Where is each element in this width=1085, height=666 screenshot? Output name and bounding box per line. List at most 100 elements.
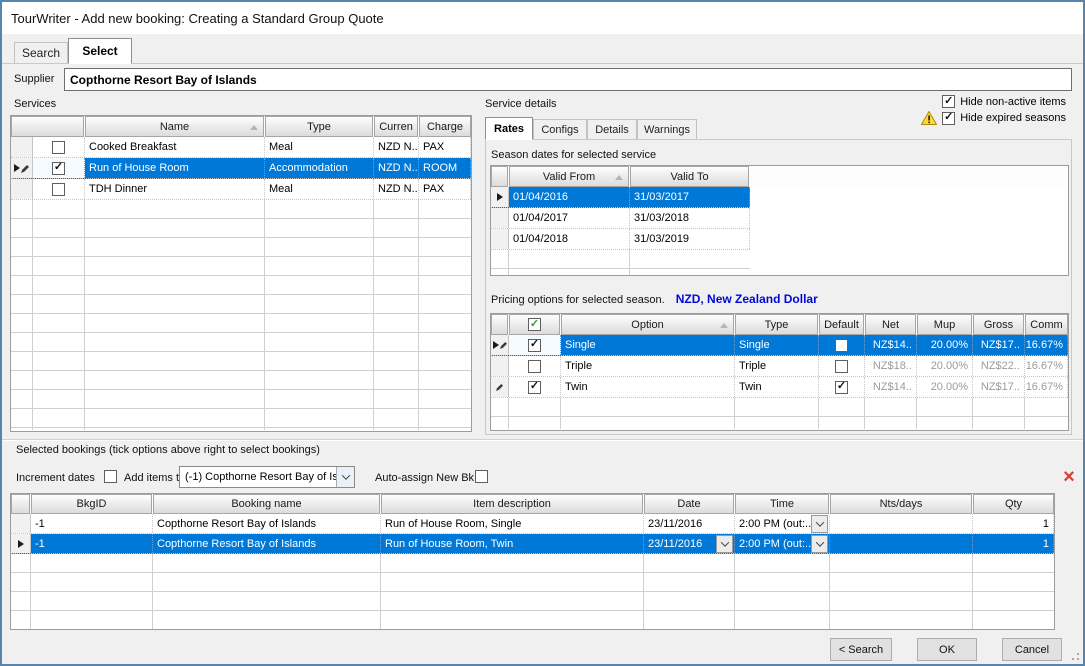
service-currency-cell: NZD N.. bbox=[374, 137, 419, 157]
booking-row[interactable]: -1 Copthorne Resort Bay of Islands Run o… bbox=[11, 514, 1054, 534]
pricing-header-net[interactable]: Net bbox=[865, 314, 916, 335]
ok-button[interactable]: OK bbox=[917, 638, 977, 661]
service-checkbox[interactable] bbox=[52, 162, 65, 175]
bookings-header-name[interactable]: Booking name bbox=[153, 494, 380, 514]
add-items-to-combobox[interactable]: (-1) Copthorne Resort Bay of Islands bbox=[179, 466, 355, 488]
cancel-button[interactable]: Cancel bbox=[1002, 638, 1062, 661]
supplier-value-field[interactable]: Copthorne Resort Bay of Islands bbox=[64, 68, 1072, 91]
default-checkbox-cell[interactable] bbox=[819, 335, 865, 355]
qty-cell: 1 bbox=[973, 534, 1054, 553]
edit-pencil-icon bbox=[496, 383, 503, 391]
pricing-header-selector[interactable] bbox=[491, 314, 508, 335]
bookings-header-nts[interactable]: Nts/days bbox=[830, 494, 972, 514]
increment-dates-checkbox[interactable] bbox=[104, 470, 117, 483]
services-header-name[interactable]: Name bbox=[85, 116, 264, 137]
pricing-checkbox-cell[interactable] bbox=[509, 335, 561, 355]
pricing-header-type[interactable]: Type bbox=[735, 314, 818, 335]
pricing-row[interactable]: Triple Triple NZ$18.. 20.00% NZ$22.. 16.… bbox=[491, 356, 1068, 377]
tab-configs[interactable]: Configs bbox=[533, 119, 587, 140]
service-checkbox-cell[interactable] bbox=[33, 137, 85, 157]
window-title: TourWriter - Add new booking: Creating a… bbox=[11, 11, 384, 26]
title-bar[interactable]: TourWriter - Add new booking: Creating a… bbox=[2, 2, 1083, 34]
default-checkbox-cell[interactable] bbox=[819, 377, 865, 397]
hide-nonactive-option[interactable]: Hide non-active items bbox=[942, 95, 1066, 108]
services-header-name-label: Name bbox=[160, 121, 189, 133]
service-row[interactable]: Run of House Room Accommodation NZD N.. … bbox=[11, 158, 471, 179]
current-row-icon bbox=[14, 164, 20, 172]
season-header-valid-from[interactable]: Valid From bbox=[509, 166, 629, 187]
service-row[interactable]: TDH Dinner Meal NZD N.. PAX bbox=[11, 179, 471, 200]
default-checkbox-cell[interactable] bbox=[819, 356, 865, 376]
services-header-selector[interactable] bbox=[11, 116, 84, 137]
valid-to-cell: 31/03/2017 bbox=[630, 187, 750, 207]
select-all-checkbox[interactable] bbox=[528, 318, 541, 331]
services-grid-empty-rows bbox=[11, 200, 471, 430]
service-type-cell: Meal bbox=[265, 179, 374, 199]
comm-cell: 16.67% bbox=[1025, 356, 1068, 376]
default-checkbox[interactable] bbox=[835, 381, 848, 394]
pricing-header-comm[interactable]: Comm bbox=[1025, 314, 1068, 335]
hide-expired-option[interactable]: Hide expired seasons bbox=[921, 111, 1066, 125]
search-button[interactable]: < Search bbox=[830, 638, 892, 661]
date-dropdown-button[interactable] bbox=[716, 535, 733, 553]
combobox-dropdown-button[interactable] bbox=[336, 467, 354, 487]
pricing-checkbox[interactable] bbox=[528, 339, 541, 352]
tab-details[interactable]: Details bbox=[587, 119, 637, 140]
pricing-header-option[interactable]: Option bbox=[561, 314, 734, 335]
time-dropdown-button[interactable] bbox=[811, 535, 828, 553]
bookings-header-qty[interactable]: Qty bbox=[973, 494, 1054, 514]
date-cell[interactable]: 23/11/2016 bbox=[644, 534, 735, 553]
service-checkbox[interactable] bbox=[52, 183, 65, 196]
season-row[interactable]: 01/04/2017 31/03/2018 bbox=[491, 208, 750, 229]
pricing-checkbox[interactable] bbox=[528, 381, 541, 394]
service-checkbox-cell[interactable] bbox=[33, 158, 85, 178]
pricing-checkbox-cell[interactable] bbox=[509, 377, 561, 397]
services-header-type[interactable]: Type bbox=[265, 116, 373, 137]
default-checkbox[interactable] bbox=[835, 339, 848, 352]
pricing-header-checkall[interactable] bbox=[509, 314, 560, 335]
bookings-header-selector[interactable] bbox=[11, 494, 30, 514]
season-header-valid-to[interactable]: Valid To bbox=[630, 166, 749, 187]
tab-rates[interactable]: Rates bbox=[485, 117, 533, 140]
bookings-header-bkgid[interactable]: BkgID bbox=[31, 494, 152, 514]
season-header-valid-from-label: Valid From bbox=[543, 171, 595, 183]
season-row[interactable]: 01/04/2018 31/03/2019 bbox=[491, 229, 750, 250]
pricing-row[interactable]: Single Single NZ$14.. 20.00% NZ$17.. 16.… bbox=[491, 335, 1068, 356]
bookings-header-item[interactable]: Item description bbox=[381, 494, 643, 514]
hide-expired-checkbox[interactable] bbox=[942, 112, 955, 125]
service-checkbox-cell[interactable] bbox=[33, 179, 85, 199]
service-row[interactable]: Cooked Breakfast Meal NZD N.. PAX bbox=[11, 137, 471, 158]
type-cell: Single bbox=[735, 335, 819, 355]
services-header-charge[interactable]: Charge bbox=[419, 116, 471, 137]
date-cell[interactable]: 23/11/2016 bbox=[644, 514, 735, 533]
delete-booking-button[interactable]: × bbox=[1058, 466, 1080, 488]
pricing-checkbox-cell[interactable] bbox=[509, 356, 561, 376]
type-cell: Twin bbox=[735, 377, 819, 397]
service-checkbox[interactable] bbox=[52, 141, 65, 154]
resize-grip[interactable] bbox=[1068, 649, 1080, 661]
valid-from-cell: 01/04/2016 bbox=[509, 187, 630, 207]
booking-name-cell: Copthorne Resort Bay of Islands bbox=[153, 514, 381, 533]
pricing-header-default[interactable]: Default bbox=[819, 314, 864, 335]
season-row[interactable]: 01/04/2016 31/03/2017 bbox=[491, 187, 750, 208]
tab-warnings[interactable]: Warnings bbox=[637, 119, 697, 140]
services-header-currency[interactable]: Curren bbox=[374, 116, 418, 137]
pricing-header-mup[interactable]: Mup bbox=[917, 314, 972, 335]
auto-assign-checkbox[interactable] bbox=[475, 470, 488, 483]
booking-row[interactable]: -1 Copthorne Resort Bay of Islands Run o… bbox=[11, 534, 1054, 554]
time-cell[interactable]: 2:00 PM (out:... bbox=[735, 514, 830, 533]
tab-select[interactable]: Select bbox=[68, 38, 132, 64]
hide-nonactive-checkbox[interactable] bbox=[942, 95, 955, 108]
time-dropdown-button[interactable] bbox=[811, 515, 828, 533]
bookings-header-time[interactable]: Time bbox=[735, 494, 829, 514]
edit-pencil-icon bbox=[21, 164, 29, 173]
default-checkbox[interactable] bbox=[835, 360, 848, 373]
time-cell[interactable]: 2:00 PM (out:... bbox=[735, 534, 830, 553]
bookings-header-date[interactable]: Date bbox=[644, 494, 734, 514]
pricing-header-gross[interactable]: Gross bbox=[973, 314, 1024, 335]
tab-search[interactable]: Search bbox=[14, 42, 68, 63]
pricing-checkbox[interactable] bbox=[528, 360, 541, 373]
hide-nonactive-label: Hide non-active items bbox=[960, 96, 1066, 108]
pricing-row[interactable]: Twin Twin NZ$14.. 20.00% NZ$17.. 16.67% bbox=[491, 377, 1068, 398]
season-header-selector[interactable] bbox=[491, 166, 508, 187]
